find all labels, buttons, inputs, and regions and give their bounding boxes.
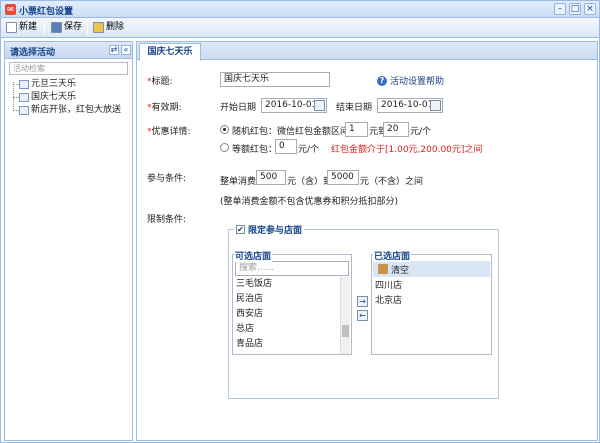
fixed-packet-label: 等额红包： [232,145,278,155]
main-window: ✉ 小票红包设置 – □ × 新建 保存 删除 请选择活动 ⇄ « 活动检索 元… [0,0,600,443]
start-date-label: 开始日期 [220,103,257,113]
delete-button[interactable]: 删除 [93,20,124,35]
fixed-packet-radio[interactable] [220,143,229,152]
fixed-unit-label: 元/个 [298,145,320,155]
toolbar-separator [87,21,88,34]
available-stores-title: 可选店面 [234,249,273,262]
spend-note: (整单消费金额不包含优惠券和积分抵扣部分) [220,197,399,207]
title-field-label: *标题: [147,77,173,87]
new-document-icon [6,22,17,33]
start-date-value: 2016-10-01 [265,100,318,110]
list-item[interactable]: 民治店 [236,293,263,306]
activity-search-input[interactable]: 活动检索 [9,62,128,75]
selected-stores-list: 清空 四川店 北京店 [371,254,492,355]
delete-button-label: 删除 [106,22,125,32]
sidebar-item-label: 新店开张，红包大放送 [31,105,122,115]
help-link-label: 活动设置帮助 [390,77,445,87]
tab-strip: 国庆七天乐 [137,42,597,61]
discount-field-label: *优惠详情: [147,127,191,137]
list-item[interactable]: 三毛饭店 [236,278,272,291]
sidebar-title: 请选择活动 [10,48,56,58]
list-item[interactable]: 北京店 [375,295,402,308]
spend-max-input[interactable]: 5000 [327,170,359,185]
calendar-icon[interactable] [314,100,325,111]
start-date-input[interactable]: 2016-10-01 [261,98,327,113]
random-packet-label: 随机红包： [232,127,278,137]
add-store-arrow-icon[interactable]: → [357,296,368,307]
sidebar-item-label: 元旦三天乐 [31,79,77,89]
random-unit-label: 元/个 [410,127,432,137]
fixed-amount-hint: 红包金额介于[1.00元,200.00元]之间 [331,145,483,155]
sidebar-item-label: 国庆七天乐 [31,92,77,102]
remove-store-arrow-icon[interactable]: ← [357,310,368,321]
list-item[interactable]: 总店 [236,323,254,336]
calendar-icon[interactable] [430,100,441,111]
spend-min-unit: 元（含）到 [287,177,333,187]
random-range-label: 微信红包金额区间 [277,127,350,137]
spend-label: 整单消费 [220,177,257,187]
save-icon [51,22,62,33]
spend-min-input[interactable]: 500 [256,170,286,185]
maximize-button[interactable]: □ [569,3,581,15]
end-date-label: 结束日期 [336,103,373,113]
window-title: 小票红包设置 [19,7,74,17]
save-button[interactable]: 保存 [51,20,82,35]
clear-button[interactable]: 清空 [373,261,490,277]
limit-field-label: 限制条件: [147,215,187,225]
collapse-icon[interactable]: « [121,45,131,55]
tab-activity[interactable]: 国庆七天乐 [139,43,201,61]
refresh-icon[interactable]: ⇄ [109,45,119,55]
delete-icon [93,22,104,33]
list-item[interactable]: 四川店 [375,280,402,293]
end-date-value: 2016-10-07 [381,100,434,110]
selected-stores-title: 已选店面 [373,249,412,262]
activity-icon [19,80,29,89]
list-item[interactable]: 西安店 [236,308,263,321]
participation-field-label: 参与条件: [147,174,187,184]
spend-max-unit: 元（不含）之间 [360,177,424,187]
sidebar-item[interactable]: 元旦三天乐 [19,78,76,91]
random-max-input[interactable]: 20 [383,122,409,137]
help-icon: ? [377,75,387,86]
activity-icon [19,106,29,115]
store-limit-label: 限定参与店面 [248,226,303,236]
minimize-button[interactable]: – [554,3,566,15]
available-stores-list: 搜索...... 三毛饭店 民治店 西安店 总店 青品店 [232,254,352,355]
new-button[interactable]: 新建 [6,20,37,35]
broom-icon [378,264,388,274]
list-item[interactable]: 青品店 [236,338,263,351]
scrollbar[interactable] [340,277,350,354]
scrollbar-thumb[interactable] [342,325,349,337]
random-min-input[interactable]: 1 [345,122,368,137]
random-packet-radio[interactable] [220,125,229,134]
help-link[interactable]: ? 活动设置帮助 [377,74,444,87]
title-input[interactable]: 国庆七天乐 [220,72,330,87]
fixed-amount-input[interactable]: 0 [275,139,297,154]
sidebar-item[interactable]: 国庆七天乐 [19,91,76,104]
activity-icon [19,93,29,102]
validity-field-label: *有效期: [147,103,182,113]
save-button-label: 保存 [64,22,83,32]
red-packet-icon: ✉ [5,4,16,15]
activity-detail-panel: 国庆七天乐 *标题: 国庆七天乐 ? 活动设置帮助 *有效期: 开始日期 201… [136,41,598,441]
new-button-label: 新建 [19,22,38,32]
toolbar-separator [44,21,45,34]
clear-button-label: 清空 [391,265,410,276]
title-bar: ✉ 小票红包设置 – □ × [1,1,599,18]
sidebar-header: 请选择活动 ⇄ « [5,42,132,59]
store-limit-legend[interactable]: ✔ 限定参与店面 [234,223,305,236]
store-search-input[interactable]: 搜索...... [235,261,349,276]
sidebar-item[interactable]: 新店开张，红包大放送 [19,104,121,117]
store-limit-checkbox[interactable]: ✔ [236,225,245,234]
end-date-input[interactable]: 2016-10-07 [377,98,443,113]
close-button[interactable]: × [584,3,596,15]
activity-sidebar: 请选择活动 ⇄ « 活动检索 元旦三天乐 国庆七天乐 新店开张，红包大放送 [4,41,133,441]
toolbar: 新建 保存 删除 [1,18,599,38]
